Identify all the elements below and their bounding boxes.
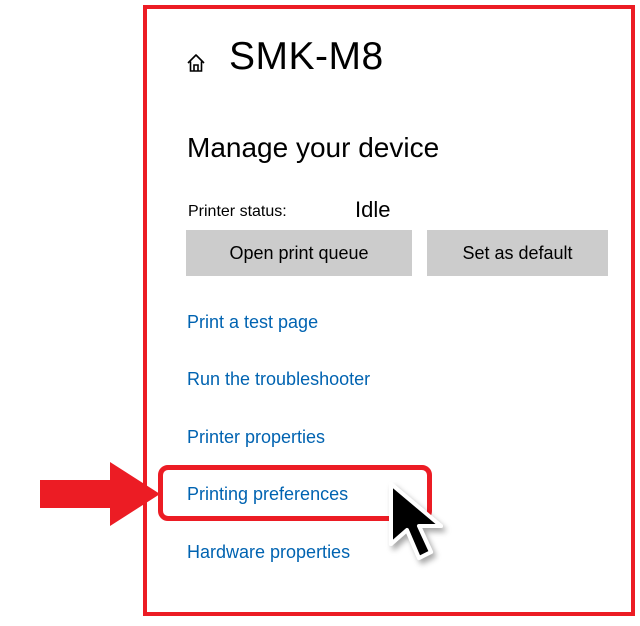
red-arrow-icon	[40, 462, 160, 526]
printer-status-value: Idle	[355, 197, 391, 222]
page-title: SMK-M8	[229, 35, 384, 78]
printer-status-label: Printer status:	[188, 203, 287, 220]
open-print-queue-button[interactable]: Open print queue	[186, 230, 412, 276]
mouse-cursor-icon	[389, 482, 443, 560]
run-troubleshooter-link[interactable]: Run the troubleshooter	[187, 366, 370, 392]
hardware-properties-link[interactable]: Hardware properties	[187, 539, 350, 565]
set-as-default-button[interactable]: Set as default	[427, 230, 608, 276]
section-title: Manage your device	[187, 132, 440, 163]
printer-properties-link[interactable]: Printer properties	[187, 424, 325, 450]
home-icon[interactable]	[186, 53, 206, 73]
print-test-page-link[interactable]: Print a test page	[187, 309, 318, 335]
